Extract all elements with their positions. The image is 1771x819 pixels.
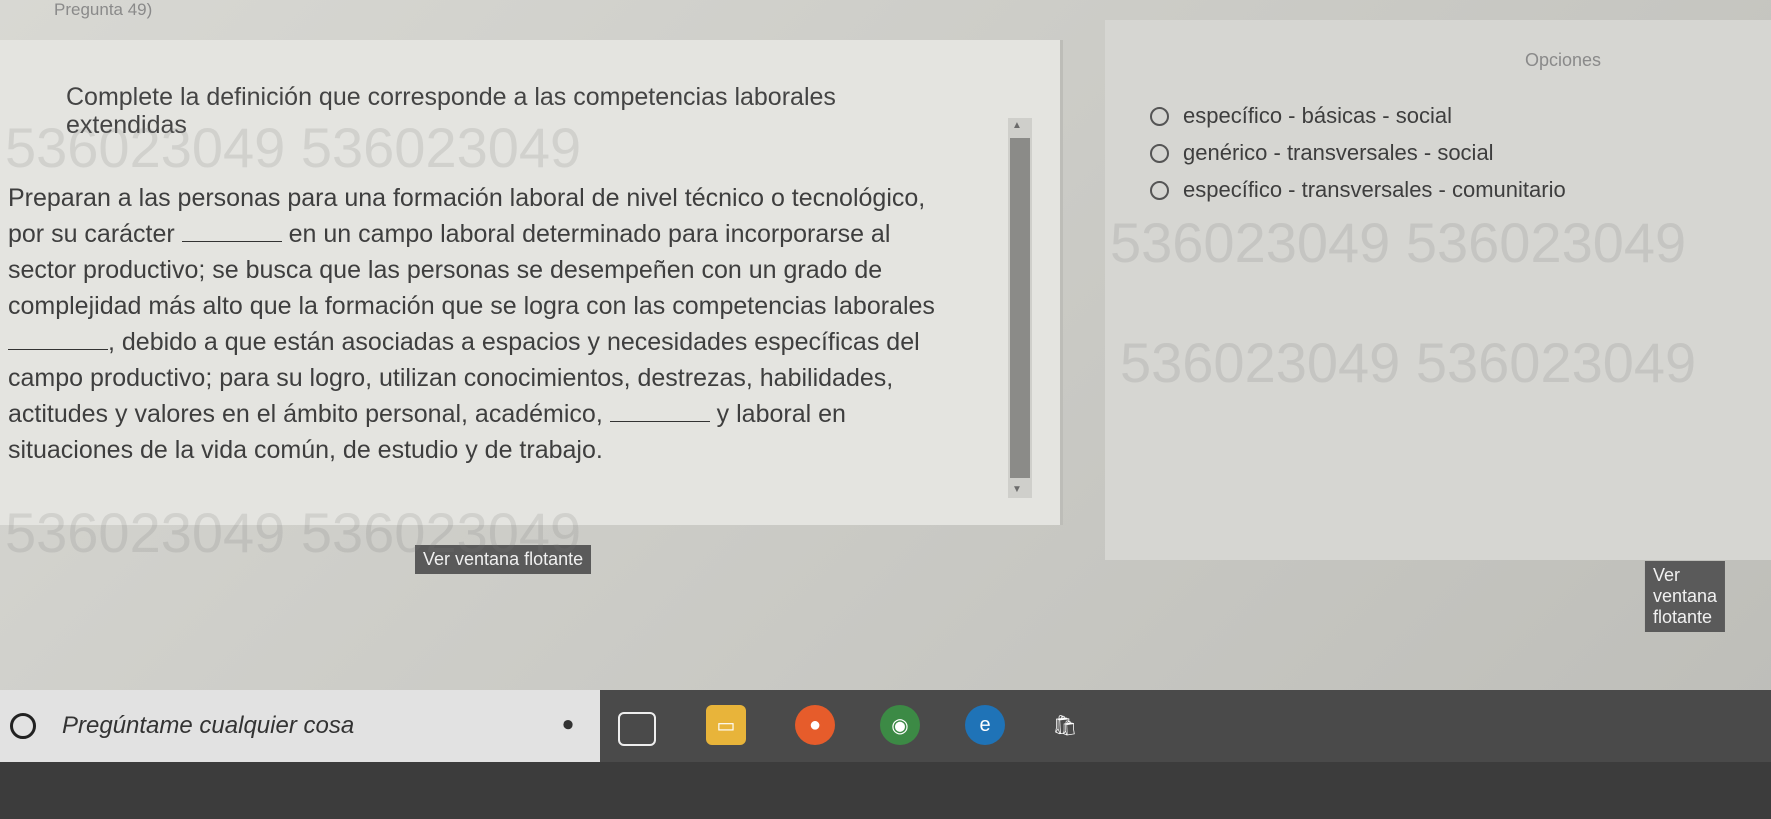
options-float-window-button[interactable]: Ver ventana flotante (1644, 561, 1725, 632)
microphone-icon[interactable]: ⏺ (548, 705, 588, 745)
store-icon[interactable]: 🛍 (1045, 705, 1085, 745)
question-number: Pregunta 49) (54, 0, 153, 19)
radio-icon[interactable] (1150, 180, 1169, 200)
question-float-window-button[interactable]: Ver ventana flotante (415, 545, 592, 574)
question-instruction: Complete la definición que corresponde a… (66, 83, 836, 139)
scroll-up-icon[interactable]: ▲ (1012, 120, 1022, 131)
options-panel (1105, 20, 1771, 560)
option-3[interactable]: específico - transversales - comunitario (1150, 177, 1566, 203)
file-explorer-icon[interactable]: ▭ (706, 705, 746, 745)
question-scrollbar-thumb[interactable] (1010, 138, 1030, 478)
screen: Pregunta 49) Complete la definición que … (0, 0, 1771, 819)
radio-icon[interactable] (1150, 106, 1169, 126)
chrome-icon[interactable]: ◉ (880, 705, 920, 745)
blank-1 (181, 223, 282, 242)
option-3-label: específico - transversales - comunitario (1183, 177, 1566, 202)
option-2-label: genérico - transversales - social (1183, 140, 1494, 165)
options-title: Opciones (1525, 50, 1602, 70)
taskbar-bottom (0, 762, 1771, 819)
radio-icon[interactable] (1150, 143, 1169, 163)
option-1[interactable]: específico - básicas - social (1150, 103, 1452, 129)
blank-3 (609, 403, 710, 422)
firefox-icon[interactable]: ● (795, 705, 835, 745)
search-placeholder: Pregúntame cualquier cosa (62, 712, 355, 739)
cortana-icon (10, 713, 36, 739)
scroll-down-icon[interactable]: ▼ (1012, 484, 1022, 495)
question-paragraph: Preparan a las personas para una formaci… (8, 180, 963, 468)
taskbar-search[interactable]: Pregúntame cualquier cosa (0, 690, 600, 762)
blank-2 (8, 331, 108, 350)
option-1-label: específico - básicas - social (1183, 103, 1452, 128)
option-2[interactable]: genérico - transversales - social (1150, 140, 1494, 166)
edge-icon[interactable]: e (965, 705, 1005, 745)
task-view-icon[interactable] (618, 712, 656, 746)
